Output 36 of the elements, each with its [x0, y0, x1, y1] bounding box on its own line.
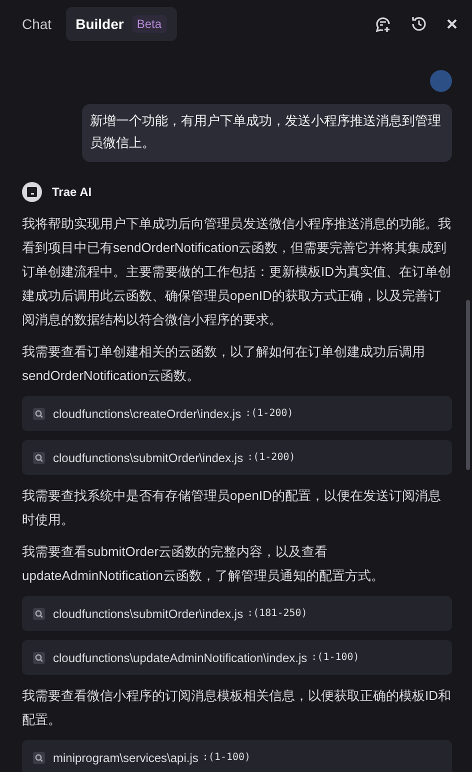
beta-badge: Beta [132, 15, 166, 33]
line-range: :(181-250) [247, 608, 308, 619]
file-reference[interactable]: cloudfunctions\submitOrder\index.js :(1-200) [22, 440, 452, 475]
line-range: :(1-100) [202, 752, 251, 763]
scrollbar[interactable] [466, 300, 470, 470]
user-avatar [430, 70, 452, 92]
new-chat-icon[interactable] [374, 15, 392, 33]
file-reference[interactable]: cloudfunctions\updateAdminNotification\index.js :(1-100) [22, 640, 452, 675]
search-icon [33, 452, 45, 464]
search-icon [33, 652, 45, 664]
message-paragraph: 我需要查找系统中是否有存储管理员openID的配置，以便在发送订阅消息时使用。 [22, 487, 442, 529]
search-icon [33, 608, 45, 620]
file-path: cloudfunctions\updateAdminNotification\index.js [53, 650, 308, 664]
tab[interactable]: Chat [12, 7, 62, 41]
message-paragraph: 我需要查看submitOrder云函数的完整内容，以及查看updateAdminNotification云函数，了解管理员通知的配置方式。 [22, 543, 385, 585]
file-path: cloudfunctions\createOrder\index.js [53, 406, 242, 420]
file-reference[interactable]: miniprogram\services\api.js :(1-100) [22, 740, 452, 772]
file-path: miniprogram\services\api.js [53, 750, 198, 764]
close-icon[interactable] [446, 18, 458, 30]
file-reference[interactable]: cloudfunctions\submitOrder\index.js :(181-250) [22, 596, 452, 631]
file-path: cloudfunctions\submitOrder\index.js [53, 450, 244, 464]
assistant-name: Trae AI [52, 185, 92, 199]
line-range: :(1-100) [311, 652, 360, 663]
file-reference[interactable]: cloudfunctions\createOrder\index.js :(1-200) [22, 396, 452, 431]
file-path: cloudfunctions\submitOrder\index.js [53, 606, 244, 620]
line-range: :(1-200) [247, 452, 296, 463]
message-paragraph: 我需要查看订单创建相关的云函数，以了解如何在订单创建成功后调用sendOrderNotification云函数。 [22, 343, 426, 385]
assistant-logo-icon [22, 182, 42, 202]
line-range: :(1-200) [245, 408, 294, 419]
user-message: 新增一个功能，有用户下单成功，发送小程序推送消息到管理员微信上。 [82, 104, 452, 162]
message-paragraph: 我需要查看微信小程序的订阅消息模板相关信息，以便获取正确的模板ID和配置。 [22, 687, 452, 729]
history-icon[interactable] [410, 15, 428, 33]
search-icon [33, 752, 45, 764]
tab[interactable]: Builder Beta [66, 7, 176, 41]
message-paragraph: 我将帮助实现用户下单成功后向管理员发送微信小程序推送消息的功能。我看到项目中已有sendOrderNotification云函数，但需要完善它并将其集成到订单创建流程中。主要需要做的工作包括：更新模板ID为真实值、在订单创建成功后调用此云函数、确保管理员openID的获取方式正确，以及完善订阅消息的数据结构以符合微信小程序的要求。 [22, 215, 452, 329]
search-icon [33, 408, 45, 420]
